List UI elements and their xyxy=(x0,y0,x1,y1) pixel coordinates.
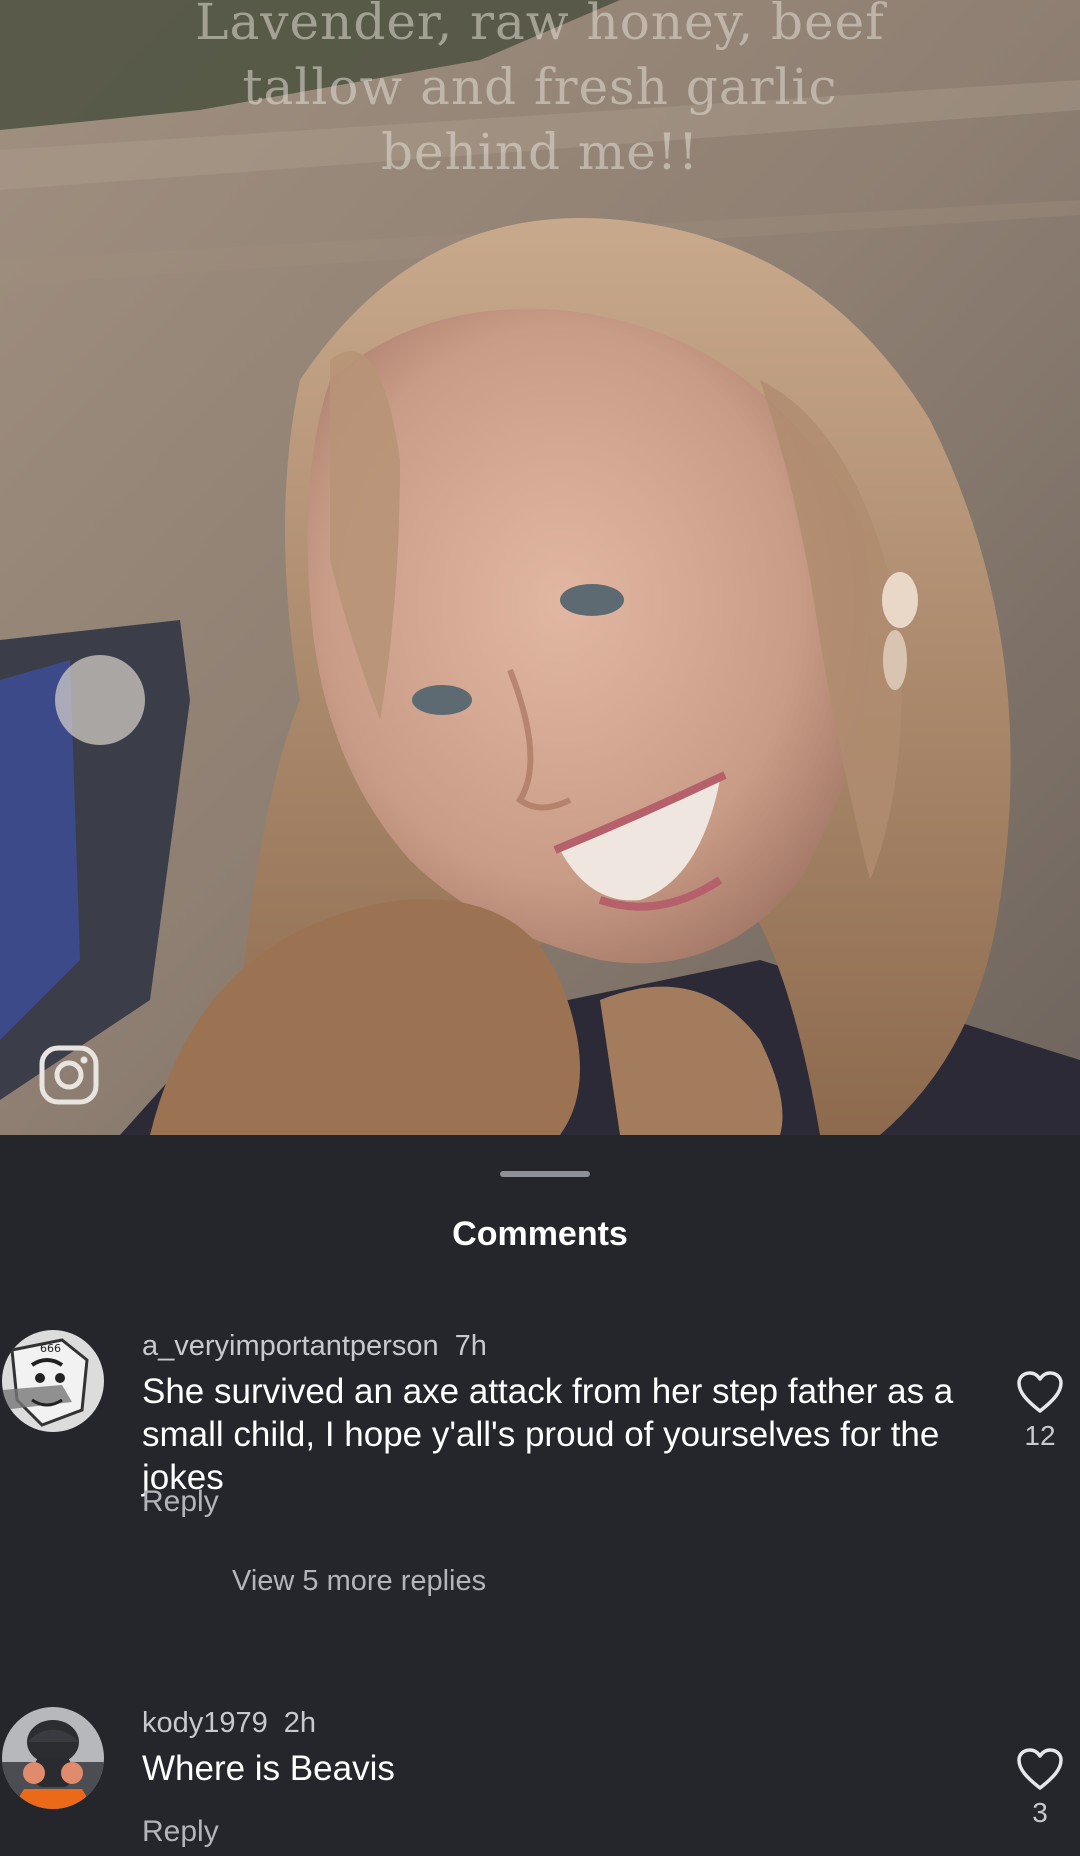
comment-time: 2h xyxy=(283,1707,317,1739)
comment-meta: a_veryimportantperson 7h xyxy=(142,1330,487,1363)
post-caption-overlay: Lavender, raw honey, beef tallow and fre… xyxy=(0,0,1080,185)
comment-time: 7h xyxy=(454,1330,487,1362)
like-button[interactable]: 3 xyxy=(1008,1747,1072,1829)
like-count: 12 xyxy=(1024,1420,1056,1451)
manga-avatar-icon[interactable]: 666 xyxy=(2,1330,104,1432)
heart-icon[interactable] xyxy=(1016,1370,1064,1414)
comment-text: She survived an axe attack from her step… xyxy=(142,1372,954,1497)
caption-line: behind me!! xyxy=(380,123,700,181)
caption-line: tallow and fresh garlic xyxy=(242,58,838,116)
comment-username[interactable]: kody1979 xyxy=(142,1707,268,1739)
instagram-icon xyxy=(38,1044,100,1106)
heart-icon[interactable] xyxy=(1016,1747,1064,1791)
comment-username[interactable]: a_veryimportantperson xyxy=(142,1330,439,1362)
respirator-avatar-icon[interactable] xyxy=(2,1707,104,1809)
drag-handle[interactable] xyxy=(500,1171,590,1177)
post-photo: Lavender, raw honey, beef tallow and fre… xyxy=(0,0,1080,1135)
like-count: 3 xyxy=(1032,1797,1048,1828)
reply-button[interactable]: Reply xyxy=(142,1815,219,1849)
svg-text:666: 666 xyxy=(40,1342,61,1355)
comment-text: Where is Beavis xyxy=(142,1749,395,1788)
comments-title: Comments xyxy=(452,1215,628,1253)
comments-sheet: Comments 666 a_veryimportantperson 7h She… xyxy=(0,1135,1080,1856)
comment-meta: kody1979 2h xyxy=(142,1707,316,1740)
like-button[interactable]: 12 xyxy=(1008,1370,1072,1452)
reply-button[interactable]: Reply xyxy=(142,1485,219,1519)
caption-line: Lavender, raw honey, beef xyxy=(195,0,885,51)
view-more-replies-button[interactable]: View 5 more replies xyxy=(232,1565,486,1598)
